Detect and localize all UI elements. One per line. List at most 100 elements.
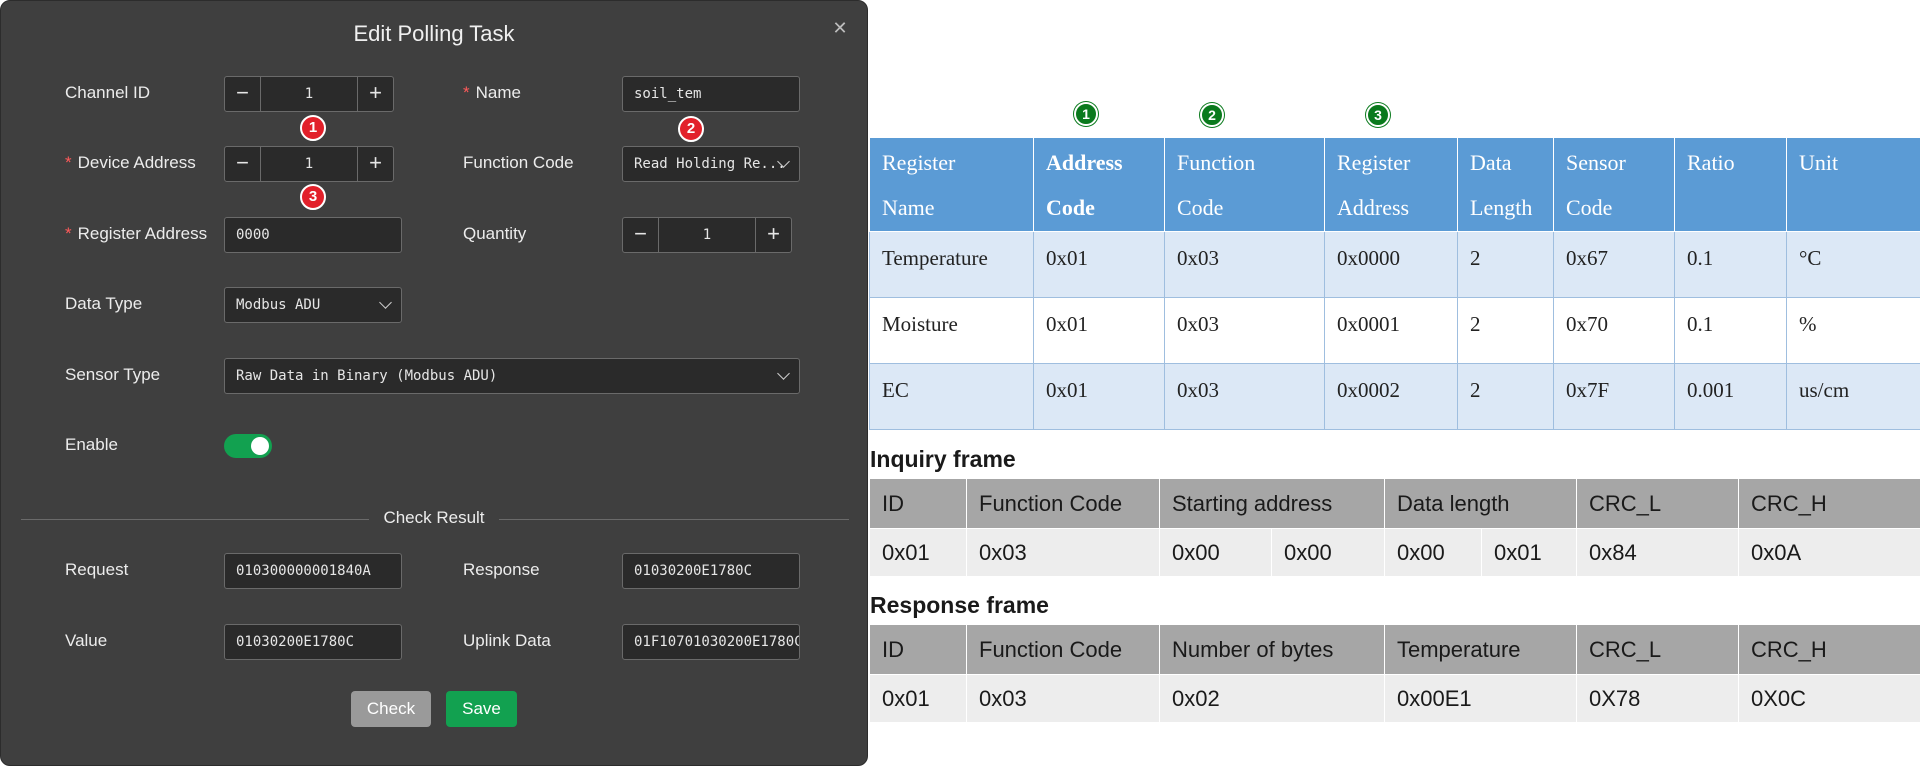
table-cell: 0x0000 [1324, 231, 1458, 298]
inquiry-frame-table: ID Function Code Starting address Data l… [869, 478, 1920, 577]
data-type-select[interactable]: Modbus ADU [224, 287, 402, 323]
channel-id-increment-button[interactable]: + [357, 77, 393, 111]
quantity-stepper[interactable]: − 1 + [622, 217, 792, 253]
header-function-code: Function Code [966, 478, 1160, 529]
close-icon[interactable]: ✕ [829, 17, 851, 39]
quantity-decrement-button[interactable]: − [623, 218, 659, 252]
table-cell: EC [869, 363, 1034, 430]
header-line: Code [1046, 195, 1095, 220]
device-address-increment-button[interactable]: + [357, 147, 393, 181]
function-code-label: Function Code [463, 153, 574, 172]
header-starting-address: Starting address [1158, 478, 1386, 529]
channel-id-decrement-button[interactable]: − [225, 77, 261, 111]
chevron-down-icon [777, 367, 790, 380]
header-id: ID [869, 478, 967, 529]
table-cell: 0x0002 [1324, 363, 1458, 430]
table-cell: 0x01 [869, 528, 967, 577]
name-input[interactable]: soil_tem [622, 76, 800, 112]
enable-toggle[interactable] [224, 434, 272, 458]
check-button[interactable]: Check [351, 691, 431, 727]
table-row: Temperature 0x01 0x03 0x0000 2 0x67 0.1 … [869, 231, 1920, 298]
channel-id-stepper[interactable]: − 1 + [224, 76, 394, 112]
table-cell: 0x00 [1384, 528, 1483, 577]
table-header-row: ID Function Code Starting address Data l… [869, 478, 1920, 529]
data-type-selected-value: Modbus ADU [236, 297, 321, 313]
table-cell: 0x00 [1270, 528, 1386, 577]
table-cell: 0x70 [1553, 297, 1675, 364]
table-cell: 0x01 [1033, 297, 1165, 364]
header-id: ID [869, 624, 967, 675]
channel-id-value[interactable]: 1 [261, 77, 357, 111]
header-function-code: Function Code [1164, 137, 1325, 232]
function-code-selected-value: Read Holding Re... [634, 156, 786, 172]
request-input[interactable]: 010300000001840A [224, 553, 402, 589]
register-address-label: * Register Address [65, 224, 207, 244]
check-result-title: Check Result [1, 508, 867, 528]
table-cell: 0x0A [1738, 528, 1920, 577]
sensor-type-select[interactable]: Raw Data in Binary (Modbus ADU) [224, 358, 800, 394]
header-crc-h: CRC_H [1738, 478, 1920, 529]
table-cell: °C [1786, 231, 1920, 298]
required-mark: * [65, 224, 72, 243]
header-temperature: Temperature [1384, 624, 1577, 675]
request-label: Request [65, 560, 129, 579]
function-code-select[interactable]: Read Holding Re... [622, 146, 800, 182]
header-register-address: Register Address [1324, 137, 1458, 232]
header-ratio: Ratio [1674, 137, 1787, 232]
header-line: Code [1566, 195, 1613, 220]
table-cell: 0x03 [966, 528, 1160, 577]
header-register-name: Register Name [869, 137, 1034, 232]
table-cell: 0X78 [1576, 674, 1739, 723]
toggle-knob [251, 437, 269, 455]
table-cell: us/cm [1786, 363, 1920, 430]
table-cell: 2 [1457, 363, 1554, 430]
device-address-stepper[interactable]: − 1 + [224, 146, 394, 182]
table-cell: 0x00 [1159, 528, 1272, 577]
header-sensor-code: Sensor Code [1553, 137, 1675, 232]
table-row: Moisture 0x01 0x03 0x0001 2 0x70 0.1 % [869, 297, 1920, 364]
header-line: Register [1337, 150, 1411, 175]
table-cell: 0x02 [1159, 674, 1385, 723]
table-cell: 0x03 [1164, 231, 1325, 298]
table-cell: 0x01 [1033, 363, 1165, 430]
header-line: Ratio [1687, 150, 1735, 175]
quantity-value[interactable]: 1 [659, 218, 755, 252]
uplink-data-input[interactable]: 01F10701030200E1780C [622, 624, 800, 660]
name-label-text: Name [475, 83, 521, 102]
header-line: Data [1470, 150, 1512, 175]
table-cell: 0x7F [1553, 363, 1675, 430]
response-frame-title: Response frame [870, 592, 1049, 618]
table-header-row: Register Name Address Code Function Code Re… [869, 137, 1920, 232]
header-line: Unit [1799, 150, 1839, 175]
table-cell: Temperature [869, 231, 1034, 298]
table-cell: 0.1 [1674, 231, 1787, 298]
device-address-label-text: Device Address [77, 153, 196, 172]
device-address-label: * Device Address [65, 153, 196, 173]
quantity-increment-button[interactable]: + [755, 218, 791, 252]
dialog-title: Edit Polling Task [353, 21, 515, 46]
device-address-value[interactable]: 1 [261, 147, 357, 181]
response-label: Response [463, 560, 540, 579]
save-button[interactable]: Save [446, 691, 517, 727]
register-address-input[interactable]: 0000 [224, 217, 402, 253]
header-line: Address [1337, 195, 1410, 220]
header-line: Code [1177, 195, 1224, 220]
chevron-down-icon [379, 296, 392, 309]
header-line: Register [882, 150, 956, 175]
value-input[interactable]: 01030200E1780C [224, 624, 402, 660]
device-address-decrement-button[interactable]: − [225, 147, 261, 181]
response-input[interactable]: 01030200E1780C [622, 553, 800, 589]
header-data-length: Data Length [1457, 137, 1554, 232]
marker-2: 2 [678, 116, 704, 142]
table-cell: 0x03 [966, 674, 1160, 723]
table-cell: % [1786, 297, 1920, 364]
register-table: Register Name Address Code Function Code Re… [869, 137, 1920, 430]
sensor-type-selected-value: Raw Data in Binary (Modbus ADU) [236, 368, 498, 384]
header-number-of-bytes: Number of bytes [1159, 624, 1385, 675]
badge-3: 3 [1366, 103, 1390, 127]
table-cell: 0.001 [1674, 363, 1787, 430]
table-cell: 0x01 [1033, 231, 1165, 298]
uplink-data-label: Uplink Data [463, 631, 551, 650]
value-label: Value [65, 631, 108, 650]
channel-id-label-text: Channel ID [65, 83, 151, 102]
